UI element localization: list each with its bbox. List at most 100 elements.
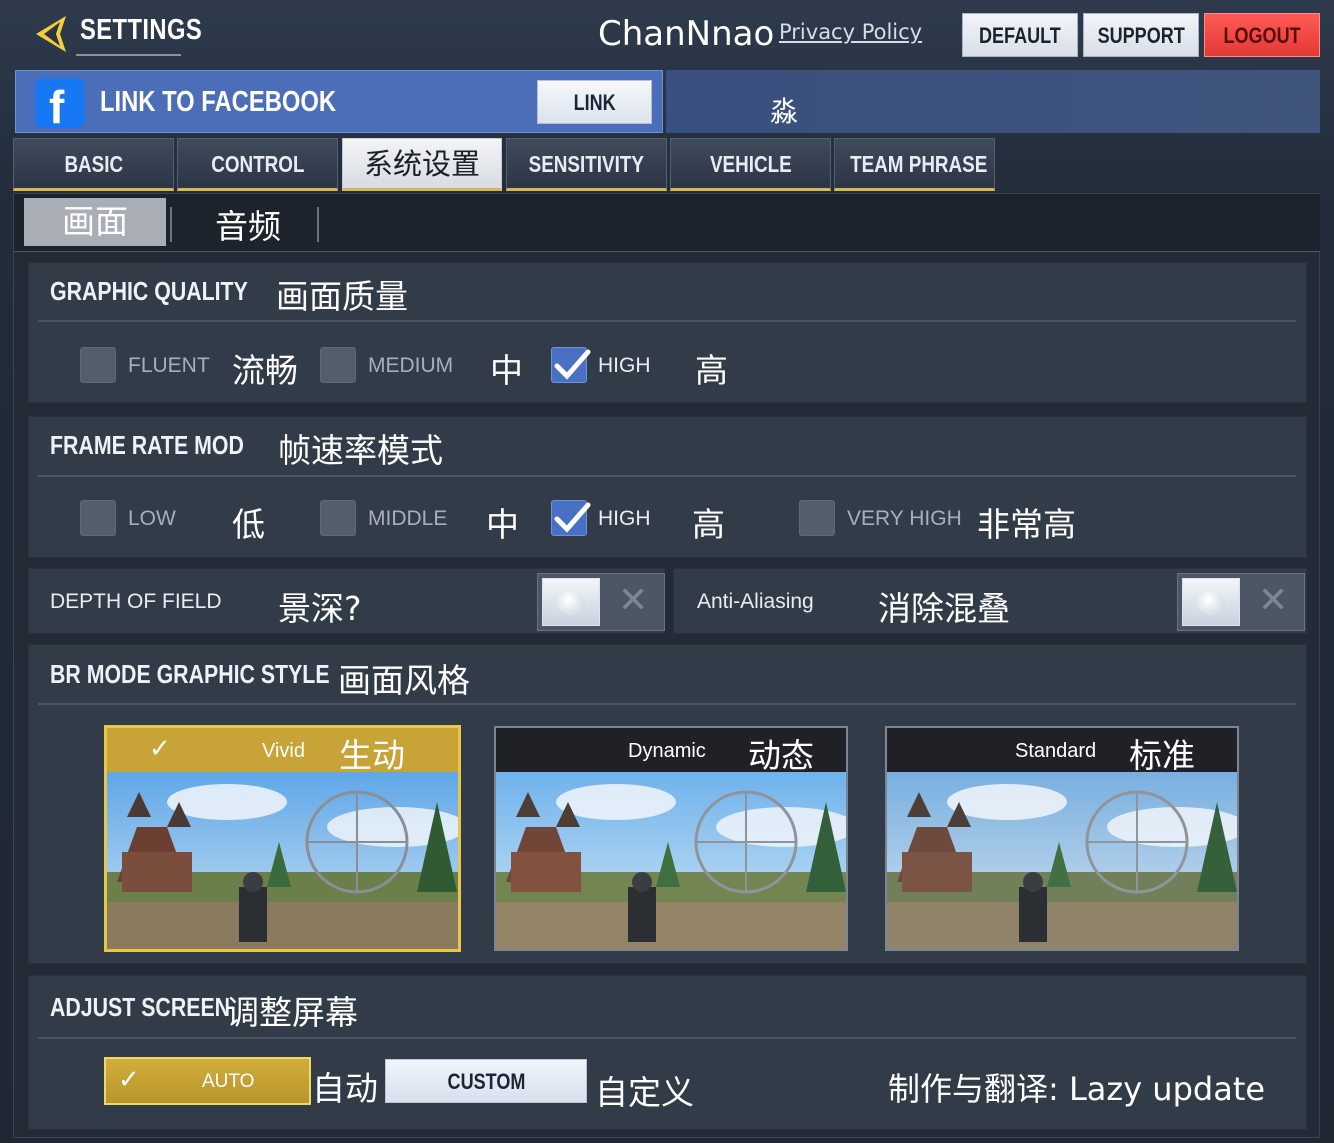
vivid-label: Vivid [262,740,305,762]
toggle-knob [542,578,600,626]
medium-checkbox[interactable] [320,347,356,383]
adjust-screen-title-cn: 调整屏幕 [226,993,358,1032]
custom-button-label: CUSTOM [447,1069,525,1094]
author-name: ChanNnao [598,14,775,54]
low-fps-label: LOW [128,507,176,530]
fluent-label-cn: 流畅 [232,351,298,390]
custom-label-cn: 自定义 [595,1073,694,1112]
tab-team-label: TEAM PHRASE [850,151,988,177]
credit-text: 制作与翻译: Lazy update [888,1070,1266,1108]
frame-rate-title: FRAME RATE MOD [50,430,244,460]
facebook-bar-extension [666,70,1320,133]
tab-sensitivity[interactable]: SENSITIVITY [506,138,667,191]
high-quality-checkbox[interactable] [551,347,591,383]
very-high-fps-label-cn: 非常高 [977,505,1076,544]
dynamic-preview-image [496,772,846,949]
high-quality-label-cn: 高 [695,351,728,390]
close-icon: ✕ [1258,580,1289,621]
graphic-style-title: BR MODE GRAPHIC STYLE [50,659,330,689]
middle-fps-label: MIDDLE [368,507,448,530]
dynamic-label-cn: 动态 [748,736,814,775]
facebook-label: LINK TO FACEBOOK [100,86,337,118]
custom-button[interactable]: CUSTOM [385,1059,587,1103]
depth-of-field-title-cn: 景深? [278,589,362,628]
high-quality-label: HIGH [598,354,651,377]
auto-label-cn: 自动 [312,1069,378,1108]
style-card-vivid[interactable]: ✓ Vivid 生动 [104,725,461,952]
high-fps-label: HIGH [598,507,651,530]
card-header: ✓ Vivid 生动 [107,728,458,775]
depth-of-field-toggle[interactable]: ✕ [537,573,665,631]
adjust-screen-title: ADJUST SCREEN [50,992,231,1022]
link-button-label: LINK [573,90,616,115]
tab-control-label: CONTROL [210,151,305,177]
auto-button[interactable]: ✓ AUTO [104,1057,311,1105]
tab-system-settings[interactable]: 系统设置 [342,138,502,191]
checkmark-icon [554,349,591,380]
card-header: Dynamic 动态 [496,728,846,775]
very-high-fps-label: VERY HIGH [847,507,962,530]
support-button-label: SUPPORT [1097,23,1185,48]
support-button[interactable]: SUPPORT [1083,13,1199,57]
link-facebook-button[interactable]: LINK [537,80,652,124]
section-divider [38,1037,1296,1039]
depth-of-field-title: DEPTH OF FIELD [50,590,222,613]
medium-label: MEDIUM [368,354,454,377]
frame-rate-title-cn: 帧速率模式 [278,431,443,470]
section-divider [38,475,1296,477]
fluent-checkbox[interactable] [80,347,116,383]
page-title: SETTINGS [80,14,203,46]
high-fps-label-cn: 高 [692,505,725,544]
vivid-preview-image [107,772,458,949]
toggle-knob [1182,578,1240,626]
style-card-standard[interactable]: Standard 标准 [885,726,1239,951]
anti-aliasing-toggle[interactable]: ✕ [1177,573,1305,631]
checkmark-icon: ✓ [149,734,171,764]
default-button[interactable]: DEFAULT [962,13,1078,57]
low-fps-checkbox[interactable] [80,500,116,536]
card-header: Standard 标准 [887,728,1237,775]
high-fps-checkbox[interactable] [551,500,591,536]
subtab-divider [170,207,172,242]
section-divider [38,703,1296,705]
checkmark-icon [554,502,591,533]
close-icon: ✕ [618,580,649,621]
default-button-label: DEFAULT [979,23,1061,48]
medium-label-cn: 中 [490,351,523,390]
anti-aliasing-title-cn: 消除混叠 [878,589,1010,628]
subtab-display[interactable]: 画面 [24,198,166,246]
section-divider [38,320,1296,322]
auto-button-label: AUTO [202,1071,255,1092]
logout-button-label: LOGOUT [1223,23,1301,48]
tab-control[interactable]: CONTROL [177,138,338,191]
vivid-label-cn: 生动 [339,736,405,775]
checkmark-icon: ✓ [118,1065,140,1095]
graphic-style-title-cn: 画面风格 [338,661,470,700]
low-fps-label-cn: 低 [232,505,265,544]
tab-vehicle-label: VEHICLE [709,151,792,177]
logout-button[interactable]: LOGOUT [1204,13,1320,57]
anti-aliasing-title: Anti-Aliasing [697,590,814,613]
graphic-quality-title-cn: 画面质量 [276,277,408,316]
facebook-icon: f [35,78,85,133]
standard-preview-image [887,772,1237,949]
tab-vehicle[interactable]: VEHICLE [670,138,831,191]
tab-basic-label: BASIC [64,151,123,177]
privacy-policy-link[interactable]: Privacy Policy [779,20,922,44]
subtab-audio[interactable]: 音频 [215,200,281,248]
tab-system-label: 系统设置 [363,147,480,181]
graphic-quality-title: GRAPHIC QUALITY [50,276,248,306]
style-card-dynamic[interactable]: Dynamic 动态 [494,726,848,951]
very-high-fps-checkbox[interactable] [799,500,835,536]
title-underline [76,54,181,56]
subtab-bar [14,194,1320,252]
standard-label: Standard [1015,740,1097,762]
tab-sensitivity-label: SENSITIVITY [528,151,645,177]
tab-basic[interactable]: BASIC [13,138,174,191]
middle-fps-checkbox[interactable] [320,500,356,536]
tab-team-phrase[interactable]: TEAM PHRASE [834,138,995,191]
middle-fps-label-cn: 中 [486,505,519,544]
back-arrow-icon[interactable] [30,14,70,54]
standard-label-cn: 标准 [1129,736,1195,775]
facebook-translation: 淼 [770,95,799,128]
